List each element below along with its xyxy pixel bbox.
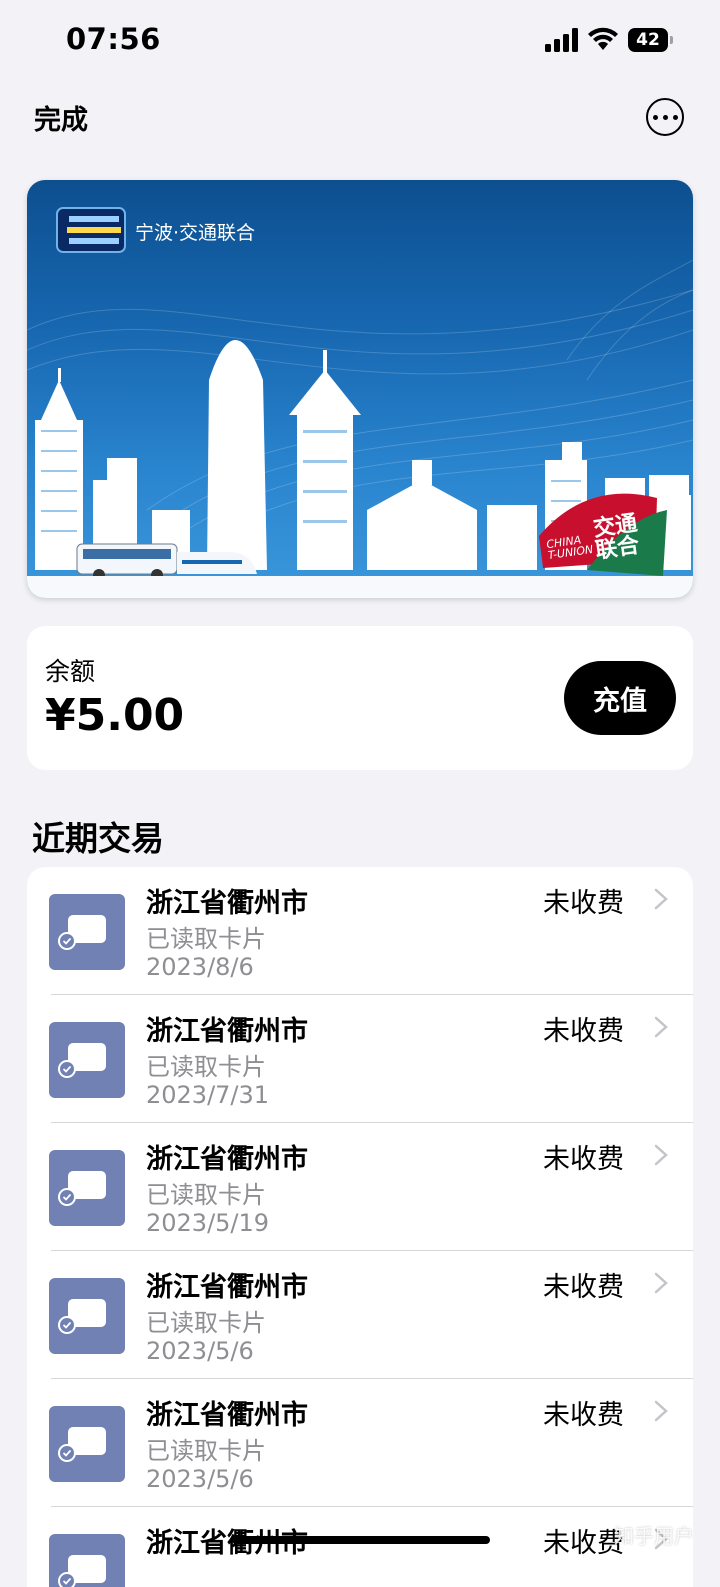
transaction-row[interactable]: 浙江省衢州市 已读取卡片 2023/5/19 未收费 [27,1123,693,1251]
card-read-icon [49,1406,125,1482]
card-read-icon [49,1150,125,1226]
transaction-row[interactable]: 浙江省衢州市 已读取卡片 2023/7/31 未收费 [27,995,693,1123]
status-bar: 07:56 42 [0,0,720,80]
transaction-detail: 已读取卡片 [146,1309,266,1337]
transaction-date: 2023/5/19 [146,1209,270,1237]
card-read-icon [49,1534,125,1587]
battery-level: 42 [628,28,668,52]
checkmark-icon [58,1060,76,1078]
chevron-right-icon [654,1016,668,1038]
transaction-row[interactable]: 浙江省衢州市 已读取卡片 2023/5/6 未收费 [27,1251,693,1379]
chevron-right-icon [654,1144,668,1166]
balance-label: 余额 [45,657,96,686]
chevron-right-icon [654,1272,668,1294]
checkmark-icon [58,1444,76,1462]
cellular-signal-icon [545,28,578,52]
chevron-right-icon [654,1400,668,1422]
transaction-status: 未收费 [543,1528,624,1559]
recent-transactions-header: 近期交易 [32,819,164,858]
checkmark-icon [58,1572,76,1587]
card-issuer-name: 宁波·交通联合 [135,222,256,244]
transaction-detail: 已读取卡片 [146,1053,266,1081]
card-read-icon [49,1022,125,1098]
transaction-status: 未收费 [543,888,624,919]
checkmark-icon [58,1316,76,1334]
tunion-text-bottom: 联合 [593,533,641,564]
transaction-detail: 已读取卡片 [146,1181,266,1209]
transaction-row[interactable]: 浙江省衢州市 已读取卡片 2023/5/6 未收费 [27,1379,693,1507]
transaction-location: 浙江省衢州市 [146,1272,308,1303]
checkmark-icon [58,1188,76,1206]
transaction-date: 2023/7/31 [146,1081,270,1109]
topup-button[interactable]: 充值 [564,661,676,735]
balance-panel: 余额 ¥5.00 充值 [27,626,693,770]
home-indicator[interactable] [232,1536,490,1544]
watermark: 知乎用户 [614,1524,694,1548]
card-read-icon [49,1278,125,1354]
transit-card[interactable]: 宁波·交通联合 交通 联合 CHINA T-UNION [27,180,693,598]
done-button[interactable]: 完成 [34,98,88,137]
transaction-detail: 已读取卡片 [146,1437,266,1465]
battery-icon: 42 [628,28,674,52]
status-time: 07:56 [66,22,161,56]
transaction-status: 未收费 [543,1400,624,1431]
transaction-detail: 已读取卡片 [146,925,266,953]
checkmark-icon [58,932,76,950]
chevron-right-icon [654,888,668,910]
transaction-date: 2023/5/6 [146,1465,254,1493]
transaction-date: 2023/8/6 [146,953,254,981]
ningbo-transport-logo [56,207,126,253]
transactions-list: 浙江省衢州市 已读取卡片 2023/8/6 未收费 浙江省衢州市 已读取卡片 2023/7/… [27,867,693,1587]
wifi-icon [588,27,618,50]
transaction-status: 未收费 [543,1016,624,1047]
ellipsis-circle-icon[interactable] [646,98,684,136]
transaction-location: 浙江省衢州市 [146,1016,308,1047]
transaction-row[interactable]: 浙江省衢州市 未收费 [27,1507,693,1587]
transaction-row[interactable]: 浙江省衢州市 已读取卡片 2023/8/6 未收费 [27,867,693,995]
transaction-date: 2023/5/6 [146,1337,254,1365]
transaction-status: 未收费 [543,1272,624,1303]
transaction-location: 浙江省衢州市 [146,888,308,919]
balance-value: ¥5.00 [45,690,185,741]
card-read-icon [49,894,125,970]
transaction-location: 浙江省衢州市 [146,1144,308,1175]
transaction-location: 浙江省衢州市 [146,1400,308,1431]
transaction-status: 未收费 [543,1144,624,1175]
